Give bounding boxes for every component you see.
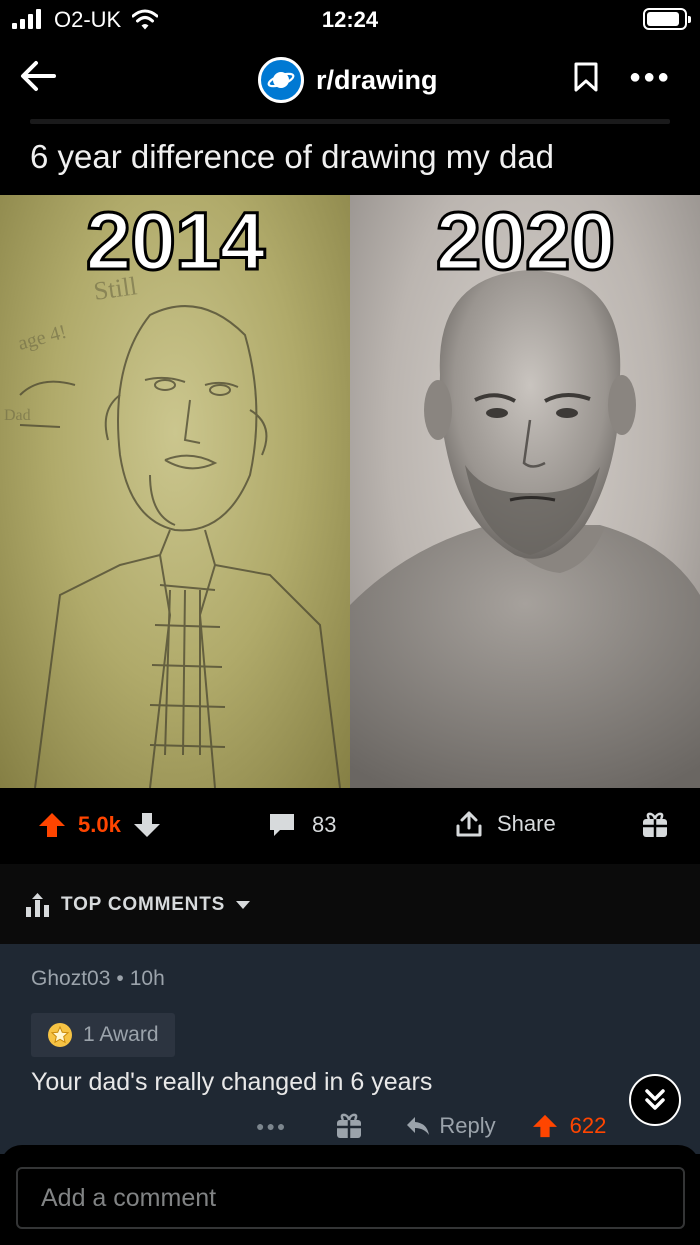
- nav-bar: r/drawing ●●●: [0, 40, 700, 120]
- reply-label: Reply: [439, 1113, 496, 1138]
- comment-upvote-icon[interactable]: [532, 1114, 558, 1138]
- award-chip[interactable]: 1 Award: [31, 1013, 175, 1057]
- comment-gift-icon[interactable]: [335, 1112, 363, 1140]
- bookmark-icon[interactable]: [573, 62, 599, 92]
- post-vote-group: 5.0k: [38, 812, 161, 838]
- comment-item: Ghozt03 • 10h 1 Award Your dad's really ch…: [0, 944, 700, 1154]
- comments-header: TOP COMMENTS: [0, 864, 700, 944]
- share-label: Share: [497, 811, 556, 836]
- add-comment-input[interactable]: [16, 1167, 685, 1229]
- award-label: 1 Award: [83, 1023, 159, 1046]
- comments-count: 83: [312, 812, 337, 837]
- gift-icon[interactable]: [641, 811, 669, 839]
- year-label-left: 2014: [84, 195, 266, 289]
- svg-text:age 4!: age 4!: [16, 321, 69, 355]
- svg-text:Dad: Dad: [4, 407, 31, 424]
- comment-bubble-icon: [270, 814, 294, 836]
- reply-arrow-icon: [407, 1117, 430, 1135]
- share-button[interactable]: Share: [455, 810, 556, 838]
- share-icon: [456, 811, 482, 837]
- header-divider: [30, 119, 670, 124]
- sort-rank-icon: [26, 893, 49, 917]
- status-bar: O2-UK 12:24: [0, 0, 700, 40]
- award-badge-icon: [48, 1023, 72, 1047]
- more-options-icon[interactable]: ●●●: [629, 67, 671, 87]
- chevron-down-icon: [236, 901, 251, 909]
- comment-score: 622: [569, 1113, 607, 1138]
- jump-next-comment-button[interactable]: [629, 1074, 681, 1126]
- double-chevron-down-icon: [645, 1089, 665, 1110]
- reply-button[interactable]: Reply: [405, 1113, 496, 1139]
- post-score: 5.0k: [78, 812, 121, 837]
- drawing-2014: Still age 4! Dad 2014: [0, 195, 350, 788]
- comment-author[interactable]: Ghozt03: [31, 967, 110, 990]
- sort-label: TOP COMMENTS: [61, 894, 226, 915]
- post-title: 6 year difference of drawing my dad: [30, 138, 555, 175]
- comment-actions: ●●● Reply 622: [256, 1112, 606, 1140]
- comment-sort-dropdown[interactable]: TOP COMMENTS: [25, 892, 251, 918]
- status-time: 12:24: [321, 7, 379, 32]
- year-label-right: 2020: [434, 195, 616, 289]
- comment-meta: Ghozt03 • 10h: [31, 967, 165, 991]
- subreddit-name: r/drawing: [316, 64, 438, 95]
- drawing-2020: 2020: [350, 195, 700, 788]
- comments-button[interactable]: 83: [268, 812, 336, 838]
- battery-icon: [643, 8, 691, 30]
- back-arrow-icon[interactable]: [18, 58, 58, 94]
- comment-more-icon[interactable]: ●●●: [256, 1118, 287, 1134]
- separator-dot: •: [116, 967, 124, 990]
- subreddit-header[interactable]: r/drawing: [258, 57, 438, 103]
- subreddit-avatar: [258, 57, 304, 103]
- downvote-icon[interactable]: [133, 812, 161, 838]
- comment-composer: [0, 1145, 700, 1245]
- post-action-bar: 5.0k 83 Share: [0, 788, 700, 864]
- upvote-icon[interactable]: [38, 812, 66, 838]
- planet-icon: [267, 72, 295, 88]
- comment-age: 10h: [129, 967, 165, 990]
- post-image[interactable]: Still age 4! Dad 2014 2020: [0, 195, 700, 788]
- comment-vote-group: 622: [532, 1113, 607, 1139]
- comment-body: Your dad's really changed in 6 years: [31, 1068, 433, 1096]
